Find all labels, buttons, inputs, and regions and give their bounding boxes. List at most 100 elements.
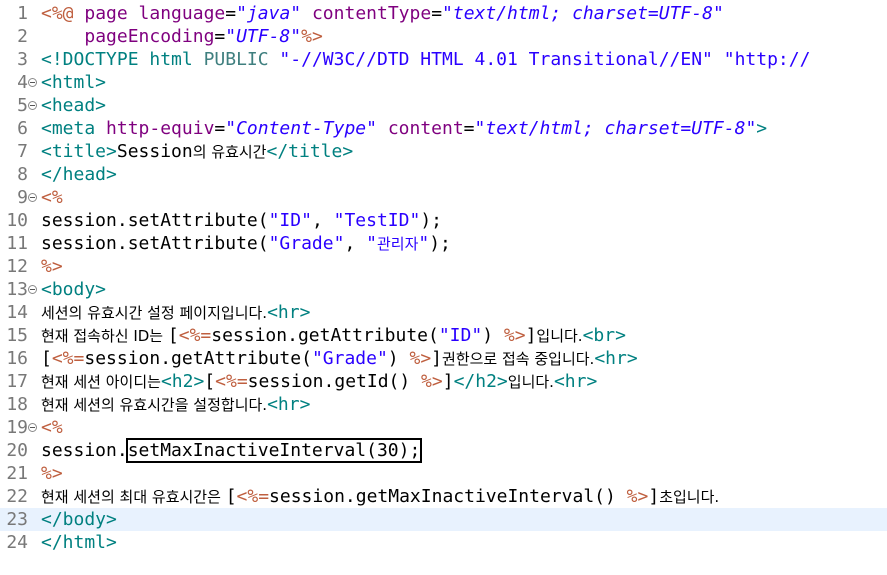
code-token: Session bbox=[116, 141, 193, 162]
code-line[interactable]: 17 현재 세션 아이디는<h2>[<%=session.getId() %>]<… bbox=[0, 370, 887, 393]
line-number: 22 bbox=[6, 486, 28, 507]
code-line[interactable]: 9 <% bbox=[0, 186, 887, 209]
code-token: session.getId() bbox=[247, 371, 422, 392]
code-token: <br> bbox=[582, 325, 626, 346]
code-line[interactable]: 6 <meta http-equiv="Content-Type" content… bbox=[0, 117, 887, 140]
code-line[interactable]: 7 <title>Session의 유효시간</title> bbox=[0, 140, 887, 163]
code-token: ] bbox=[442, 371, 454, 392]
code-line[interactable]: 24 </html> bbox=[0, 531, 887, 554]
code-line[interactable]: 2 pageEncoding="UTF-8"%> bbox=[0, 25, 887, 48]
code-line[interactable]: 22 현재 세션의 최대 유효시간은 [<%=session.getMaxInac… bbox=[0, 485, 887, 508]
code-line[interactable]: 12 %> bbox=[0, 255, 887, 278]
code-token: "ID" bbox=[438, 325, 483, 346]
code-token: [ bbox=[41, 348, 52, 369]
code-token: = bbox=[225, 3, 237, 24]
code-text: session.setMaxInactiveInterval(30); bbox=[41, 438, 423, 463]
code-line[interactable]: 1 <%@ page language="java" contentType="t… bbox=[0, 2, 887, 25]
code-line[interactable]: 23 </body> bbox=[0, 508, 887, 531]
line-number: 14 bbox=[6, 302, 28, 323]
code-text: session.setAttribute("Grade", "관리자"); bbox=[41, 232, 451, 256]
code-token: "TestID" bbox=[333, 210, 421, 231]
code-token: , bbox=[311, 210, 334, 231]
code-token: %> bbox=[503, 325, 526, 346]
line-number: 17 bbox=[6, 371, 28, 392]
code-token: 세션의 유효시간 설정 페이지입니다. bbox=[41, 304, 268, 322]
fold-collapse-icon[interactable] bbox=[28, 423, 37, 432]
code-token: session.getAttribute( bbox=[84, 348, 312, 369]
code-token: language bbox=[138, 3, 226, 24]
code-line[interactable]: 13 <body> bbox=[0, 278, 887, 301]
code-editor[interactable]: 1 <%@ page language="java" contentType="t… bbox=[0, 0, 887, 575]
code-line[interactable]: 21 %> bbox=[0, 462, 887, 485]
code-token: <%= bbox=[236, 486, 270, 507]
code-token: "java" bbox=[236, 3, 302, 24]
code-token: 현재 세션의 최대 유효시간은 bbox=[41, 488, 226, 506]
code-text: <title>Session의 유효시간</title> bbox=[41, 140, 353, 164]
code-line[interactable]: 19 <% bbox=[0, 416, 887, 439]
code-token: %> bbox=[421, 371, 443, 392]
code-line[interactable]: 14 세션의 유효시간 설정 페이지입니다.<hr> bbox=[0, 301, 887, 324]
code-token: 현재 세션 아이디는 bbox=[41, 373, 161, 391]
code-line[interactable]: 3 <!DOCTYPE html PUBLIC "-//W3C//DTD HTML… bbox=[0, 48, 887, 71]
line-number: 6 bbox=[17, 118, 28, 139]
code-text: 세션의 유효시간 설정 페이지입니다.<hr> bbox=[41, 301, 310, 325]
code-token: " bbox=[366, 233, 377, 254]
code-line[interactable]: 16 [<%=session.getAttribute("Grade") %>]권… bbox=[0, 347, 887, 370]
code-line[interactable]: 10 session.setAttribute("ID", "TestID"); bbox=[0, 209, 887, 232]
code-token: <% bbox=[41, 187, 63, 208]
line-number: 19 bbox=[6, 417, 28, 438]
code-line[interactable]: 11 session.setAttribute("Grade", "관리자"); bbox=[0, 232, 887, 255]
code-line[interactable]: 4 <html> bbox=[0, 71, 887, 94]
code-token: [ bbox=[225, 486, 237, 507]
code-token: ); bbox=[429, 233, 451, 254]
code-text: 현재 접속하신 ID는 [<%=session.getAttribute("ID… bbox=[41, 324, 626, 348]
code-token: 입니다. bbox=[507, 373, 554, 391]
code-text: %> bbox=[41, 255, 63, 278]
code-text: pageEncoding="UTF-8"%> bbox=[41, 25, 322, 48]
line-number: 18 bbox=[6, 394, 28, 415]
code-token: <html> bbox=[41, 72, 107, 93]
code-token: session.getMaxInactiveInterval() bbox=[269, 486, 627, 507]
code-token: <head> bbox=[41, 95, 107, 116]
code-token: %> bbox=[409, 348, 432, 369]
highlighted-code-token: setMaxInactiveInterval(30); bbox=[125, 438, 423, 463]
code-line[interactable]: 8 </head> bbox=[0, 163, 887, 186]
fold-collapse-icon[interactable] bbox=[28, 78, 37, 87]
code-token: <hr> bbox=[553, 371, 598, 392]
line-number: 20 bbox=[6, 440, 28, 461]
line-number: 21 bbox=[6, 463, 28, 484]
code-text: 현재 세션 아이디는<h2>[<%=session.getId() %>]</h… bbox=[41, 370, 597, 394]
fold-collapse-icon[interactable] bbox=[28, 285, 37, 294]
code-line[interactable]: 15 현재 접속하신 ID는 [<%=session.getAttribute("… bbox=[0, 324, 887, 347]
code-token: = bbox=[214, 26, 226, 47]
code-token: %> bbox=[41, 463, 63, 484]
code-line[interactable]: 5 <head> bbox=[0, 94, 887, 117]
code-text: <!DOCTYPE html PUBLIC "-//W3C//DTD HTML … bbox=[41, 48, 810, 71]
line-number: 15 bbox=[6, 325, 28, 346]
line-number: 9 bbox=[17, 187, 28, 208]
code-token: session. bbox=[41, 440, 128, 461]
code-token: = bbox=[214, 118, 226, 139]
code-token: ) bbox=[482, 325, 504, 346]
code-token: <%@ bbox=[41, 3, 85, 24]
line-number: 10 bbox=[6, 210, 28, 231]
code-line[interactable]: 20 session.setMaxInactiveInterval(30); bbox=[0, 438, 887, 463]
code-line[interactable]: 18 현재 세션의 유효시간을 설정합니다.<hr> bbox=[0, 393, 887, 416]
fold-collapse-icon[interactable] bbox=[28, 101, 37, 110]
code-text: <meta http-equiv="Content-Type" content=… bbox=[41, 117, 767, 140]
code-token: %> bbox=[41, 256, 63, 277]
code-token: ] bbox=[525, 325, 537, 346]
fold-collapse-icon[interactable] bbox=[28, 193, 37, 202]
line-number: 24 bbox=[6, 532, 28, 553]
line-number: 8 bbox=[17, 164, 28, 185]
code-token: <%= bbox=[178, 325, 212, 346]
code-token: 현재 접속하신 ID는 bbox=[41, 327, 168, 345]
code-token: "text/html; charset=UTF-8" bbox=[474, 118, 757, 139]
code-token: ] bbox=[431, 348, 443, 369]
code-token: </body> bbox=[41, 509, 117, 530]
code-token: 관리자 bbox=[376, 235, 419, 253]
code-text: %> bbox=[41, 462, 63, 485]
code-token: ] bbox=[648, 486, 660, 507]
